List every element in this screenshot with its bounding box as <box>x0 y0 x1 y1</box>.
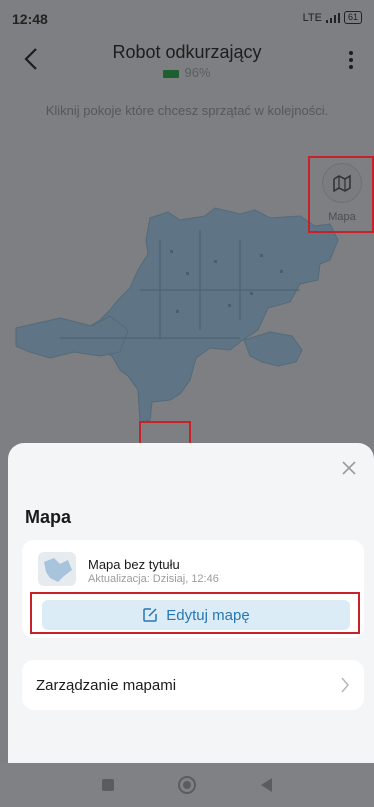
map-thumbnail <box>38 552 76 586</box>
signal-icon <box>325 12 340 23</box>
battery-percent: 96% <box>184 65 211 80</box>
system-nav-bar <box>0 763 374 807</box>
map-bottom-sheet: Mapa Mapa bez tytułu Aktualizacja: Dzisi… <box>8 443 374 763</box>
annotation-highlight-edit-button <box>30 592 360 634</box>
manage-maps-label: Zarządzanie mapami <box>36 677 177 694</box>
header: Robot odkurzający 96% <box>0 34 374 90</box>
home-icon[interactable] <box>178 776 197 794</box>
map-updated-time: Aktualizacja: Dzisiaj, 12:46 <box>88 573 219 585</box>
page-title: Robot odkurzający <box>112 42 262 62</box>
status-time: 12:48 <box>12 11 48 27</box>
map-name: Mapa bez tytułu <box>88 557 180 572</box>
manage-maps-row[interactable]: Zarządzanie mapami <box>22 660 364 710</box>
close-icon[interactable] <box>340 459 358 477</box>
nav-back-icon[interactable] <box>260 778 272 792</box>
status-indicators: LTE 61 <box>303 11 362 24</box>
recent-apps-icon[interactable] <box>102 779 115 791</box>
sheet-title: Mapa <box>25 507 72 527</box>
chevron-right-icon <box>341 677 349 693</box>
more-options-icon[interactable] <box>342 48 360 74</box>
battery-indicator: 61 <box>343 11 362 24</box>
instruction-text: Kliknij pokoje które chcesz sprzątać w k… <box>45 103 329 118</box>
network-indicator: LTE <box>302 11 322 24</box>
annotation-highlight-map-button <box>308 156 374 233</box>
robot-battery: 96% <box>0 65 374 80</box>
status-bar: 12:48 LTE 61 <box>0 0 374 34</box>
battery-icon <box>163 69 180 78</box>
